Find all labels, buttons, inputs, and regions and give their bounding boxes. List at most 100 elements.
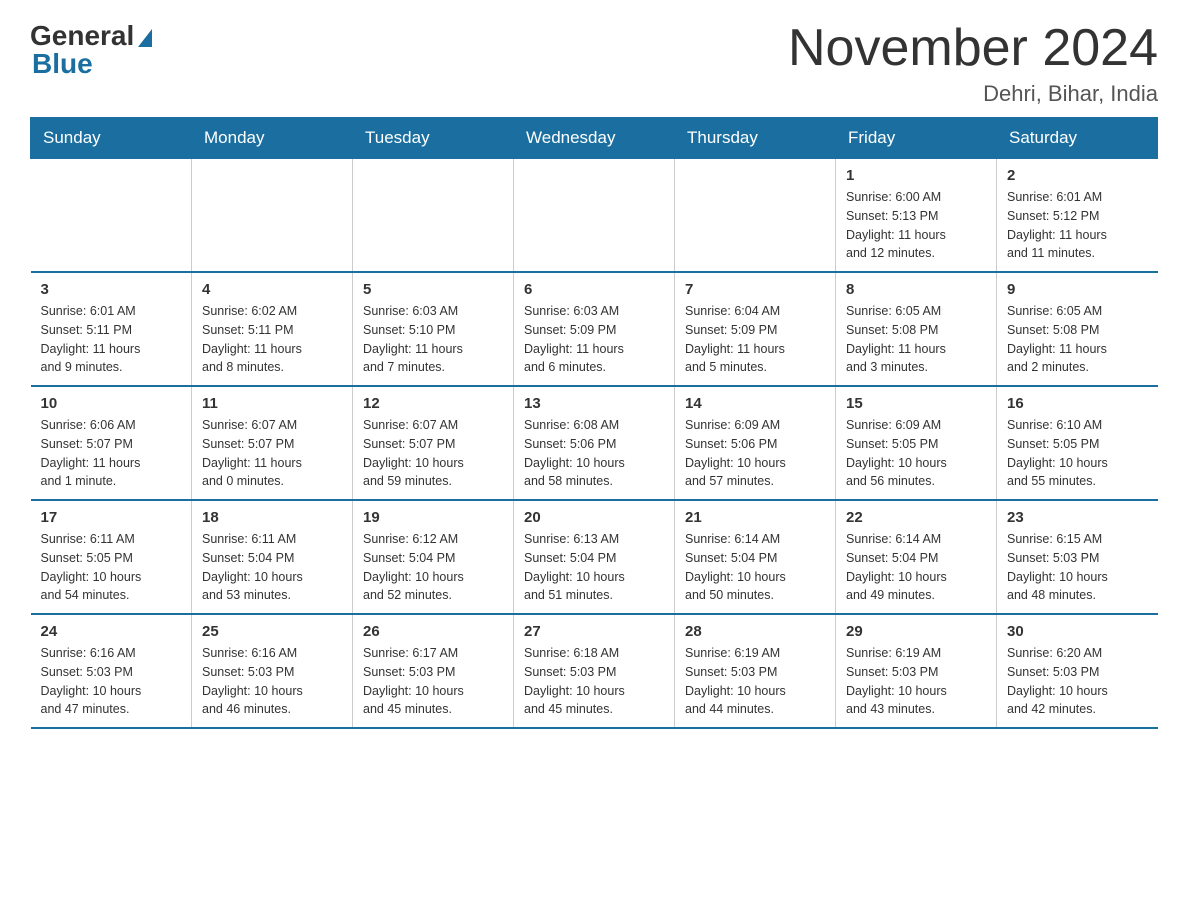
weekday-header-sunday: Sunday [31,118,192,159]
calendar-cell: 20Sunrise: 6:13 AMSunset: 5:04 PMDayligh… [514,500,675,614]
calendar-cell: 13 Sunrise: 6:08 AMSunset: 5:06 PMDayligh… [514,386,675,500]
day-info: Sunrise: 6:14 AMSunset: 5:04 PMDaylight:… [846,530,986,605]
day-info: Sunrise: 6:11 AMSunset: 5:05 PMDaylight:… [41,530,182,605]
calendar-cell: 7Sunrise: 6:04 AMSunset: 5:09 PMDaylight… [675,272,836,386]
day-info: Sunrise: 6:10 AMSunset: 5:05 PMDaylight:… [1007,416,1148,491]
calendar-cell: 28 Sunrise: 6:19 AMSunset: 5:03 PMDayligh… [675,614,836,728]
calendar-cell: 27Sunrise: 6:18 AMSunset: 5:03 PMDayligh… [514,614,675,728]
calendar-cell [675,159,836,273]
calendar-cell: 17 Sunrise: 6:11 AMSunset: 5:05 PMDayligh… [31,500,192,614]
calendar-cell: 15 Sunrise: 6:09 AMSunset: 5:05 PMDayligh… [836,386,997,500]
day-number: 11 [202,395,342,412]
calendar-week-row-4: 17 Sunrise: 6:11 AMSunset: 5:05 PMDayligh… [31,500,1158,614]
day-number: 22 [846,509,986,526]
day-number: 16 [1007,395,1148,412]
day-number: 9 [1007,281,1148,298]
day-number: 30 [1007,623,1148,640]
calendar-cell: 9Sunrise: 6:05 AMSunset: 5:08 PMDaylight… [997,272,1158,386]
calendar-cell: 1 Sunrise: 6:00 AMSunset: 5:13 PMDaylight… [836,159,997,273]
month-title: November 2024 [788,20,1158,77]
day-number: 29 [846,623,986,640]
day-number: 10 [41,395,182,412]
day-info: Sunrise: 6:14 AMSunset: 5:04 PMDaylight:… [685,530,825,605]
day-number: 28 [685,623,825,640]
day-info: Sunrise: 6:05 AMSunset: 5:08 PMDaylight:… [846,302,986,377]
day-info: Sunrise: 6:17 AMSunset: 5:03 PMDaylight:… [363,644,503,719]
calendar-cell: 2 Sunrise: 6:01 AMSunset: 5:12 PMDaylight… [997,159,1158,273]
calendar-cell: 5 Sunrise: 6:03 AMSunset: 5:10 PMDaylight… [353,272,514,386]
day-number: 25 [202,623,342,640]
title-block: November 2024 Dehri, Bihar, India [788,20,1158,107]
day-info: Sunrise: 6:03 AMSunset: 5:10 PMDaylight:… [363,302,503,377]
calendar-cell: 29 Sunrise: 6:19 AMSunset: 5:03 PMDayligh… [836,614,997,728]
calendar-cell: 22 Sunrise: 6:14 AMSunset: 5:04 PMDayligh… [836,500,997,614]
weekday-header-saturday: Saturday [997,118,1158,159]
day-info: Sunrise: 6:02 AMSunset: 5:11 PMDaylight:… [202,302,342,377]
logo: General Blue [30,20,152,80]
day-number: 12 [363,395,503,412]
day-info: Sunrise: 6:16 AMSunset: 5:03 PMDaylight:… [41,644,182,719]
calendar-cell: 8 Sunrise: 6:05 AMSunset: 5:08 PMDaylight… [836,272,997,386]
calendar-cell: 12 Sunrise: 6:07 AMSunset: 5:07 PMDayligh… [353,386,514,500]
day-number: 1 [846,167,986,184]
day-number: 18 [202,509,342,526]
calendar-cell: 3Sunrise: 6:01 AMSunset: 5:11 PMDaylight… [31,272,192,386]
day-number: 3 [41,281,182,298]
day-info: Sunrise: 6:07 AMSunset: 5:07 PMDaylight:… [363,416,503,491]
day-number: 21 [685,509,825,526]
day-number: 6 [524,281,664,298]
day-number: 14 [685,395,825,412]
day-number: 19 [363,509,503,526]
calendar-cell: 18Sunrise: 6:11 AMSunset: 5:04 PMDayligh… [192,500,353,614]
day-info: Sunrise: 6:15 AMSunset: 5:03 PMDaylight:… [1007,530,1148,605]
day-number: 23 [1007,509,1148,526]
calendar-cell: 23 Sunrise: 6:15 AMSunset: 5:03 PMDayligh… [997,500,1158,614]
day-info: Sunrise: 6:07 AMSunset: 5:07 PMDaylight:… [202,416,342,491]
day-info: Sunrise: 6:12 AMSunset: 5:04 PMDaylight:… [363,530,503,605]
calendar-cell: 11 Sunrise: 6:07 AMSunset: 5:07 PMDayligh… [192,386,353,500]
weekday-header-thursday: Thursday [675,118,836,159]
day-number: 8 [846,281,986,298]
calendar-cell [192,159,353,273]
day-info: Sunrise: 6:01 AMSunset: 5:12 PMDaylight:… [1007,188,1148,263]
day-number: 27 [524,623,664,640]
day-info: Sunrise: 6:00 AMSunset: 5:13 PMDaylight:… [846,188,986,263]
calendar-week-row-5: 24 Sunrise: 6:16 AMSunset: 5:03 PMDayligh… [31,614,1158,728]
weekday-header-tuesday: Tuesday [353,118,514,159]
day-number: 13 [524,395,664,412]
calendar-cell: 19 Sunrise: 6:12 AMSunset: 5:04 PMDayligh… [353,500,514,614]
calendar-cell [514,159,675,273]
day-info: Sunrise: 6:08 AMSunset: 5:06 PMDaylight:… [524,416,664,491]
calendar-cell: 24 Sunrise: 6:16 AMSunset: 5:03 PMDayligh… [31,614,192,728]
weekday-header-monday: Monday [192,118,353,159]
weekday-header-wednesday: Wednesday [514,118,675,159]
day-number: 5 [363,281,503,298]
day-number: 2 [1007,167,1148,184]
page-header: General Blue November 2024 Dehri, Bihar,… [30,20,1158,107]
day-number: 24 [41,623,182,640]
calendar-week-row-1: 1 Sunrise: 6:00 AMSunset: 5:13 PMDaylight… [31,159,1158,273]
calendar-cell: 16 Sunrise: 6:10 AMSunset: 5:05 PMDayligh… [997,386,1158,500]
calendar-table: SundayMondayTuesdayWednesdayThursdayFrid… [30,117,1158,729]
day-info: Sunrise: 6:19 AMSunset: 5:03 PMDaylight:… [846,644,986,719]
day-info: Sunrise: 6:06 AMSunset: 5:07 PMDaylight:… [41,416,182,491]
calendar-cell: 26 Sunrise: 6:17 AMSunset: 5:03 PMDayligh… [353,614,514,728]
day-info: Sunrise: 6:20 AMSunset: 5:03 PMDaylight:… [1007,644,1148,719]
day-info: Sunrise: 6:09 AMSunset: 5:06 PMDaylight:… [685,416,825,491]
day-number: 15 [846,395,986,412]
day-info: Sunrise: 6:13 AMSunset: 5:04 PMDaylight:… [524,530,664,605]
day-number: 26 [363,623,503,640]
calendar-cell: 25 Sunrise: 6:16 AMSunset: 5:03 PMDayligh… [192,614,353,728]
calendar-cell [353,159,514,273]
day-info: Sunrise: 6:03 AMSunset: 5:09 PMDaylight:… [524,302,664,377]
calendar-cell: 10 Sunrise: 6:06 AMSunset: 5:07 PMDayligh… [31,386,192,500]
weekday-header-row: SundayMondayTuesdayWednesdayThursdayFrid… [31,118,1158,159]
day-info: Sunrise: 6:09 AMSunset: 5:05 PMDaylight:… [846,416,986,491]
day-info: Sunrise: 6:19 AMSunset: 5:03 PMDaylight:… [685,644,825,719]
logo-blue-text: Blue [30,48,93,80]
day-number: 17 [41,509,182,526]
calendar-cell: 4Sunrise: 6:02 AMSunset: 5:11 PMDaylight… [192,272,353,386]
calendar-cell [31,159,192,273]
day-info: Sunrise: 6:16 AMSunset: 5:03 PMDaylight:… [202,644,342,719]
day-number: 7 [685,281,825,298]
